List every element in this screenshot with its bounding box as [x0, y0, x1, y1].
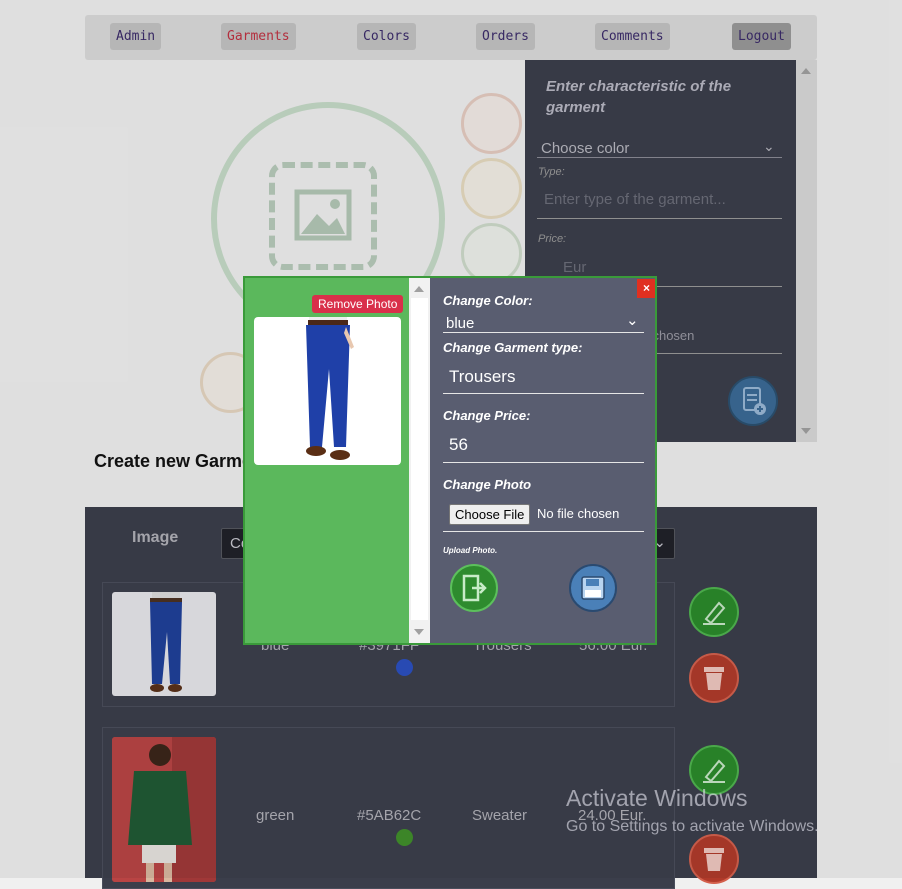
- activate-windows-subtitle: Go to Settings to activate Windows.: [566, 818, 819, 835]
- edit-garment-modal: [243, 276, 657, 645]
- activate-windows-title: Activate Windows: [566, 785, 748, 811]
